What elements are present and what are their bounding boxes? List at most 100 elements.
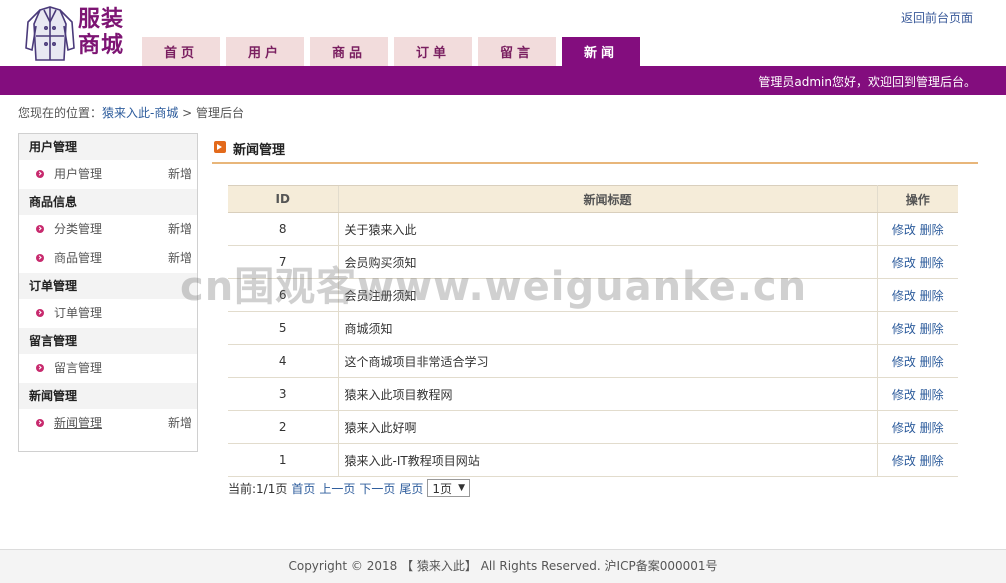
delete-link[interactable]: 删除 [920, 289, 944, 303]
breadcrumb-prefix: 您现在的位置： [18, 106, 103, 120]
breadcrumb-site-link[interactable]: 猿来入此-商城 [102, 106, 178, 120]
header: 服装 商城 返回前台页面 首页 用户 商品 订单 留言 新闻 [0, 0, 1006, 66]
sidebar-item-label[interactable]: 新闻管理 [54, 416, 102, 430]
sidebar-add-category-link[interactable]: 新增 [168, 215, 192, 244]
sidebar-group-users: 用户管理 [19, 134, 197, 160]
cell-actions: 修改 删除 [877, 410, 958, 444]
bullet-arrow-icon [36, 225, 44, 233]
sidebar-item-label[interactable]: 商品管理 [54, 251, 102, 265]
table-row: 5 商城须知 修改 删除 [228, 311, 958, 345]
cell-actions: 修改 删除 [877, 443, 958, 477]
pager-last-link[interactable]: 尾页 [399, 480, 423, 497]
delete-link[interactable]: 删除 [920, 355, 944, 369]
sidebar-item-category-management[interactable]: 分类管理 新增 [19, 215, 197, 244]
cell-title: 关于猿来入此 [337, 212, 878, 246]
edit-link[interactable]: 修改 [892, 421, 916, 435]
sidebar: 用户管理 用户管理 新增 商品信息 分类管理 新增 商品管理 新增 订单管理 订… [18, 133, 198, 452]
play-arrow-icon [214, 141, 226, 153]
tab-users[interactable]: 用户 [226, 37, 304, 66]
sidebar-item-label[interactable]: 留言管理 [54, 361, 102, 375]
breadcrumb-current: 管理后台 [196, 106, 245, 120]
tab-orders[interactable]: 订单 [394, 37, 472, 66]
cell-actions: 修改 删除 [877, 245, 958, 279]
sidebar-add-news-link[interactable]: 新增 [168, 409, 192, 438]
sidebar-item-label[interactable]: 分类管理 [54, 222, 102, 236]
table-row: 4 这个商城项目非常适合学习 修改 删除 [228, 344, 958, 378]
cell-actions: 修改 删除 [877, 344, 958, 378]
top-nav-tabs: 首页 用户 商品 订单 留言 新闻 [142, 37, 646, 66]
bullet-arrow-icon [36, 254, 44, 262]
delete-link[interactable]: 删除 [920, 322, 944, 336]
logo-line-1: 服装 [78, 6, 125, 32]
sidebar-item-label[interactable]: 用户管理 [54, 167, 102, 181]
watermark: cn围观客www.weiguanke.cn [180, 264, 808, 310]
bullet-arrow-icon [36, 309, 44, 317]
dropdown-arrow-icon: ▼ [458, 483, 465, 493]
delete-link[interactable]: 删除 [920, 256, 944, 270]
sidebar-item-news-management[interactable]: 新闻管理 新增 [19, 409, 197, 438]
sidebar-group-products: 商品信息 [19, 189, 197, 215]
edit-link[interactable]: 修改 [892, 388, 916, 402]
cell-title: 这个商城项目非常适合学习 [337, 344, 878, 378]
table-row: 2 猿来入此好啊 修改 删除 [228, 410, 958, 444]
cell-actions: 修改 删除 [877, 377, 958, 411]
cell-title: 猿来入此-IT教程项目网站 [337, 443, 878, 477]
sidebar-item-product-management[interactable]: 商品管理 新增 [19, 244, 197, 273]
edit-link[interactable]: 修改 [892, 223, 916, 237]
column-header-title: 新闻标题 [337, 185, 878, 213]
sidebar-add-user-link[interactable]: 新增 [168, 160, 192, 189]
sidebar-item-message-management[interactable]: 留言管理 [19, 354, 197, 383]
tab-news[interactable]: 新闻 [562, 37, 640, 66]
delete-link[interactable]: 删除 [920, 454, 944, 468]
cell-id: 2 [228, 410, 338, 444]
page-select[interactable]: 1页 ▼ [427, 479, 470, 497]
welcome-bar: 管理员admin您好，欢迎回到管理后台。 [0, 66, 1006, 95]
sidebar-item-user-management[interactable]: 用户管理 新增 [19, 160, 197, 189]
sidebar-item-label[interactable]: 订单管理 [54, 306, 102, 320]
pager-first-link[interactable]: 首页 [291, 480, 315, 497]
edit-link[interactable]: 修改 [892, 355, 916, 369]
bullet-arrow-icon [36, 170, 44, 178]
cell-actions: 修改 删除 [877, 311, 958, 345]
edit-link[interactable]: 修改 [892, 322, 916, 336]
table-row: 3 猿来入此项目教程网 修改 删除 [228, 377, 958, 411]
tab-products[interactable]: 商品 [310, 37, 388, 66]
logo-line-2: 商城 [78, 32, 125, 58]
cell-title: 猿来入此好啊 [337, 410, 878, 444]
edit-link[interactable]: 修改 [892, 256, 916, 270]
welcome-text: 管理员admin您好，欢迎回到管理后台。 [758, 75, 976, 89]
sidebar-group-messages: 留言管理 [19, 328, 197, 354]
cell-id: 8 [228, 212, 338, 246]
page-select-value: 1页 [432, 481, 453, 496]
column-header-actions: 操作 [877, 185, 958, 213]
delete-link[interactable]: 删除 [920, 421, 944, 435]
pagination: 当前:1/1页 首页 上一页 下一页 尾页 1页 ▼ [228, 479, 470, 497]
delete-link[interactable]: 删除 [920, 223, 944, 237]
cell-title: 猿来入此项目教程网 [337, 377, 878, 411]
sidebar-group-orders: 订单管理 [19, 273, 197, 299]
tab-messages[interactable]: 留言 [478, 37, 556, 66]
edit-link[interactable]: 修改 [892, 454, 916, 468]
cell-id: 3 [228, 377, 338, 411]
table-row: 8 关于猿来入此 修改 删除 [228, 212, 958, 246]
logo-text: 服装 商城 [78, 6, 124, 58]
pager-next-link[interactable]: 下一页 [359, 480, 395, 497]
pager-prev-link[interactable]: 上一页 [319, 480, 355, 497]
cell-actions: 修改 删除 [877, 278, 958, 312]
table-header-row: ID 新闻标题 操作 [228, 185, 958, 213]
footer: Copyright © 2018 【 猿来入此】 All Rights Rese… [0, 549, 1006, 583]
edit-link[interactable]: 修改 [892, 289, 916, 303]
bullet-arrow-icon [36, 364, 44, 372]
back-to-frontend-link[interactable]: 返回前台页面 [901, 9, 973, 26]
cell-actions: 修改 删除 [877, 212, 958, 246]
section-header: 新闻管理 [212, 138, 978, 164]
pager-current: 当前:1/1页 [228, 481, 288, 496]
cell-title: 商城须知 [337, 311, 878, 345]
cell-id: 1 [228, 443, 338, 477]
sidebar-item-order-management[interactable]: 订单管理 [19, 299, 197, 328]
column-header-id: ID [228, 185, 338, 213]
delete-link[interactable]: 删除 [920, 388, 944, 402]
cell-id: 5 [228, 311, 338, 345]
bullet-arrow-icon [36, 419, 44, 427]
tab-home[interactable]: 首页 [142, 37, 220, 66]
